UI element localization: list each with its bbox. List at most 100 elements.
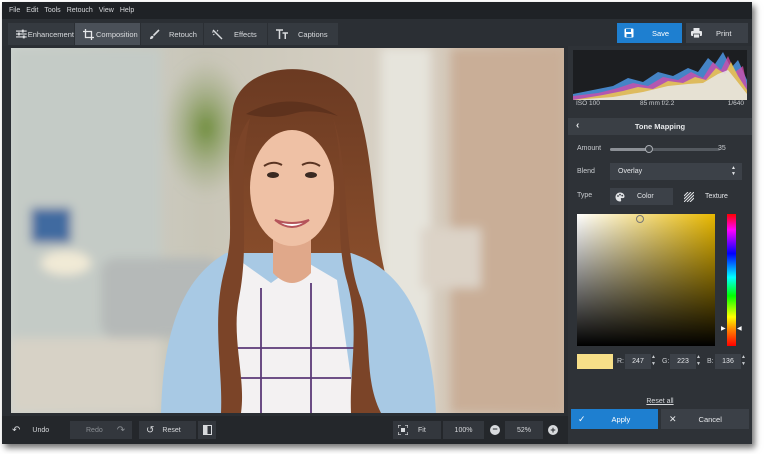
type-color-label: Color	[637, 193, 654, 200]
fit-screen-icon	[398, 425, 408, 435]
type-texture-button[interactable]: Texture	[680, 188, 746, 205]
plus-circle-icon: +	[548, 425, 558, 435]
tab-effects-label: Effects	[234, 29, 257, 39]
save-button[interactable]: Save	[617, 23, 682, 43]
g-input[interactable]: 223	[670, 354, 696, 369]
b-input[interactable]: 136	[715, 354, 741, 369]
texture-icon	[684, 191, 694, 202]
histogram	[573, 50, 747, 100]
exif-info: ISO 100 85 mm f/2.2 1/640	[576, 100, 746, 112]
cancel-button[interactable]: ✕ Cancel	[661, 409, 749, 429]
r-input[interactable]: 247	[625, 354, 651, 369]
fit-button[interactable]: Fit	[393, 421, 441, 439]
reset-label: Reset	[162, 426, 181, 434]
floppy-disk-icon	[624, 28, 634, 38]
compare-icon	[202, 425, 212, 435]
r-stepper[interactable]: ▲ ▼	[650, 354, 657, 369]
blend-label: Blend	[577, 168, 595, 175]
hue-slider[interactable]	[727, 214, 736, 346]
tab-enhancement-label: Enhancement	[27, 29, 74, 39]
main-toolbar: Enhancement Composition Retouch Effects …	[2, 19, 752, 46]
apply-label: Apply	[611, 414, 631, 424]
back-chevron-icon[interactable]: ‹	[576, 120, 579, 131]
undo-icon: ↶	[12, 424, 21, 436]
amount-label: Amount	[577, 145, 602, 152]
menu-edit[interactable]: Edit	[26, 7, 38, 14]
redo-label: Redo	[86, 426, 103, 434]
g-stepper[interactable]: ▲ ▼	[695, 354, 702, 369]
menu-file[interactable]: File	[9, 7, 20, 14]
zoom-100-label: 100%	[454, 426, 473, 434]
tab-enhancement[interactable]: Enhancement	[8, 23, 74, 45]
shutter-value: 1/640	[727, 100, 744, 107]
fit-label: Fit	[418, 426, 426, 434]
menu-retouch[interactable]: Retouch	[67, 7, 93, 14]
reset-all-link[interactable]: Reset all	[568, 398, 752, 405]
compare-button[interactable]	[198, 421, 216, 439]
zoom-100-button[interactable]: 100%	[443, 421, 484, 439]
type-color-button[interactable]: Color	[610, 188, 673, 205]
color-picker-cursor[interactable]	[636, 215, 644, 223]
tab-captions-label: Captions	[298, 29, 328, 39]
histogram-graph	[573, 52, 747, 100]
zoom-in-button[interactable]: +	[547, 421, 559, 439]
save-button-label: Save	[652, 28, 670, 38]
panel-title: Tone Mapping	[634, 122, 686, 131]
tab-effects[interactable]: Effects	[204, 23, 267, 45]
iso-value: ISO 100	[576, 100, 600, 107]
print-button-label: Print	[716, 28, 732, 38]
tab-retouch-label: Retouch	[169, 29, 197, 39]
portrait-photo	[11, 48, 564, 413]
printer-icon	[691, 28, 702, 38]
amount-slider[interactable]	[610, 145, 720, 153]
lens-value: 85 mm f/2.2	[640, 100, 675, 107]
palette-icon	[615, 192, 625, 201]
minus-circle-icon: −	[490, 425, 500, 435]
redo-button[interactable]: Redo ↷	[70, 421, 132, 439]
zoom-out-button[interactable]: −	[489, 421, 501, 439]
cancel-label: Cancel	[698, 414, 722, 424]
menu-tools[interactable]: Tools	[44, 7, 60, 14]
color-picker-area[interactable]	[577, 214, 715, 346]
b-label: B:	[707, 358, 714, 365]
zoom-value: 52%	[505, 421, 543, 439]
brush-icon	[150, 28, 160, 39]
amount-slider-thumb[interactable]	[644, 145, 653, 153]
amount-slider-fill	[610, 148, 649, 151]
menu-bar: File Edit Tools Retouch View Help	[2, 2, 752, 19]
updown-chevron-icon: ▲ ▼	[731, 165, 736, 177]
bottom-bar: ↶ Undo Redo ↷ ↺ Reset Fit 100% − 52% +	[2, 416, 568, 444]
print-button[interactable]: Print	[686, 23, 748, 43]
r-label: R:	[617, 358, 624, 365]
reset-button[interactable]: ↺ Reset	[139, 421, 196, 439]
type-texture-label: Texture	[705, 193, 728, 200]
selected-color-swatch	[577, 354, 613, 369]
b-stepper[interactable]: ▲ ▼	[740, 354, 747, 369]
g-label: G:	[662, 358, 670, 365]
close-icon: ✕	[669, 413, 677, 424]
reset-icon: ↺	[146, 424, 155, 436]
photo-canvas[interactable]	[11, 48, 564, 413]
tab-captions[interactable]: Captions	[268, 23, 338, 45]
amount-value: 35	[718, 145, 726, 152]
app-window: File Edit Tools Retouch View Help Enhanc…	[2, 2, 752, 444]
undo-button[interactable]: ↶ Undo	[12, 421, 49, 439]
right-panel: ISO 100 85 mm f/2.2 1/640 ‹ Tone Mapping…	[568, 46, 752, 444]
menu-view[interactable]: View	[99, 7, 114, 14]
tab-retouch[interactable]: Retouch	[141, 23, 203, 45]
menu-help[interactable]: Help	[120, 7, 134, 14]
undo-label: Undo	[32, 426, 50, 434]
text-icon	[276, 29, 288, 39]
apply-button[interactable]: ✓ Apply	[571, 409, 658, 429]
panel-header: ‹ Tone Mapping	[568, 118, 752, 135]
crop-icon	[83, 28, 94, 40]
type-label: Type	[577, 192, 593, 199]
blend-select-value: Overlay	[618, 168, 643, 175]
check-icon: ✓	[578, 413, 586, 424]
tab-composition[interactable]: Composition	[75, 23, 140, 45]
redo-icon: ↷	[116, 424, 126, 436]
blend-select[interactable]: Overlay ▲ ▼	[610, 163, 742, 180]
hue-slider-left-marker: ▶	[721, 326, 726, 332]
zoom-value-label: 52%	[516, 426, 531, 434]
magic-wand-icon	[212, 29, 223, 39]
